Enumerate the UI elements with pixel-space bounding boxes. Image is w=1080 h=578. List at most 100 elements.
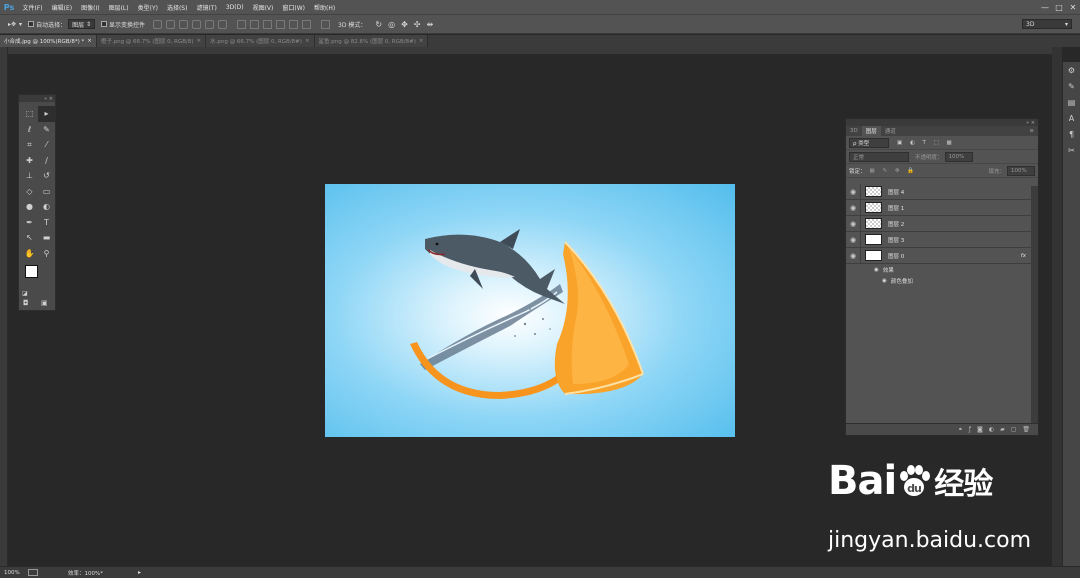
pen-tool-icon[interactable]: ✒ (21, 215, 38, 231)
menu-3d[interactable]: 3D(D) (221, 4, 248, 11)
quick-mask-icon[interactable]: ◘ (23, 299, 29, 307)
show-transform-checkbox[interactable] (101, 21, 108, 27)
scale-3d-icon[interactable]: ⇹ (427, 20, 434, 29)
menu-window[interactable]: 窗口(W) (278, 3, 310, 12)
align-top-icon[interactable] (153, 19, 163, 29)
roll-3d-icon[interactable]: ◎ (388, 20, 395, 29)
tab-layers[interactable]: 图层 (861, 126, 881, 136)
vertical-ruler[interactable] (0, 47, 8, 566)
workspace-switcher[interactable]: 3D ▾ (1022, 19, 1072, 29)
align-vcenter-icon[interactable] (166, 19, 176, 29)
new-group-icon[interactable]: ▰ (1000, 426, 1005, 433)
effects-group[interactable]: ◉ 效果 (846, 264, 1038, 275)
menu-edit[interactable]: 编辑(E) (47, 3, 76, 12)
zoom-level[interactable]: 100% (4, 570, 28, 576)
link-layers-icon[interactable]: ⚭ (958, 426, 963, 433)
layer-effects-icon[interactable]: fx (1021, 253, 1026, 259)
tab-document-2[interactable]: 橙子.png @ 66.7% (图层 0, RGB/8) × (96, 35, 207, 47)
add-layer-style-icon[interactable]: ƒ (969, 426, 971, 433)
screen-mode-icon[interactable]: ▣ (41, 299, 48, 307)
paragraph-icon[interactable]: ¶ (1063, 126, 1080, 142)
layers-scrollbar[interactable] (1031, 186, 1038, 423)
swap-colors-icon[interactable]: ◪ (22, 290, 28, 297)
move-tool-icon[interactable]: ▸ (38, 106, 55, 122)
rotate-3d-icon[interactable]: ↻ (375, 20, 382, 29)
vertical-scrollbar[interactable] (1052, 47, 1062, 566)
close-button[interactable]: ✕ (1066, 0, 1080, 14)
menu-image[interactable]: 图像(I) (77, 3, 104, 12)
distribute-right-icon[interactable] (302, 19, 312, 29)
history-brush-tool-icon[interactable]: ↺ (38, 168, 55, 184)
visibility-eye-icon[interactable]: ◉ (846, 220, 860, 228)
character-icon[interactable]: A (1063, 110, 1080, 126)
hand-tool-icon[interactable]: ✋ (21, 246, 38, 262)
type-tool-icon[interactable]: T (38, 215, 55, 231)
brush-tool-icon[interactable]: ∕ (38, 153, 55, 169)
clone-stamp-tool-icon[interactable]: ⊥ (21, 168, 38, 184)
distribute-hcenter-icon[interactable] (289, 19, 299, 29)
menu-file[interactable]: 文件(F) (18, 3, 47, 12)
close-icon[interactable]: × (87, 38, 92, 44)
rectangle-tool-icon[interactable]: ▬ (38, 230, 55, 246)
layers-panel-header[interactable]: » × (846, 119, 1038, 126)
effect-item[interactable]: ◉ 颜色叠加 (846, 275, 1038, 286)
eraser-tool-icon[interactable]: ◇ (21, 184, 38, 200)
lock-icons[interactable]: ▦ ✎ ✥ 🔒 (870, 168, 918, 174)
blur-tool-icon[interactable]: ● (21, 199, 38, 215)
status-menu-icon[interactable]: ▸ (138, 569, 141, 576)
visibility-eye-icon[interactable]: ◉ (846, 252, 860, 260)
add-mask-icon[interactable]: ◙ (977, 426, 983, 433)
minimize-button[interactable]: — (1038, 0, 1052, 14)
align-right-icon[interactable] (218, 19, 228, 29)
document-canvas[interactable] (325, 184, 735, 437)
layer-row[interactable]: ◉ 图层 3 (846, 231, 1038, 248)
tool-presets-icon[interactable]: ✂ (1063, 142, 1080, 158)
eyedropper-tool-icon[interactable]: ⁄ (38, 137, 55, 153)
marquee-tool-icon[interactable]: ⬚ (21, 106, 38, 122)
foreground-color-swatch[interactable] (25, 265, 38, 278)
adjustment-layer-icon[interactable]: ◐ (989, 426, 994, 433)
filter-icons[interactable]: ▣ ◐ T ⬚ ▦ (897, 140, 955, 146)
menu-type[interactable]: 类型(Y) (133, 3, 162, 12)
maximize-button[interactable]: □ (1052, 0, 1066, 14)
align-left-icon[interactable] (192, 19, 202, 29)
visibility-eye-icon[interactable]: ◉ (874, 267, 879, 273)
history-icon[interactable]: ⚙ (1063, 62, 1080, 78)
align-bottom-icon[interactable] (179, 19, 189, 29)
visibility-eye-icon[interactable]: ◉ (882, 278, 887, 284)
close-icon[interactable]: × (197, 38, 202, 44)
menu-help[interactable]: 帮助(H) (310, 3, 340, 12)
menu-layer[interactable]: 图层(L) (104, 3, 133, 12)
path-select-tool-icon[interactable]: ↖ (21, 230, 38, 246)
menu-filter[interactable]: 滤镜(T) (192, 3, 221, 12)
menu-view[interactable]: 视图(V) (248, 3, 278, 12)
new-layer-icon[interactable]: ▢ (1011, 426, 1017, 433)
fill-field[interactable]: 100% (1007, 165, 1035, 176)
tools-panel-header[interactable]: » × (19, 95, 55, 102)
auto-select-dropdown[interactable]: 图层 ⇕ (68, 19, 96, 29)
auto-align-icon[interactable] (321, 19, 331, 29)
align-hcenter-icon[interactable] (205, 19, 215, 29)
visibility-eye-icon[interactable]: ◉ (846, 204, 860, 212)
tab-channels[interactable]: 通道 (881, 126, 900, 136)
distribute-left-icon[interactable] (276, 19, 286, 29)
horizontal-ruler[interactable] (8, 47, 1052, 55)
delete-layer-icon[interactable]: 🗑 (1022, 426, 1030, 433)
tab-document-4[interactable]: 鲨鱼.png @ 82.6% (图层 0, RGB/8#) × (314, 35, 429, 47)
drag-3d-icon[interactable]: ✥ (401, 20, 408, 29)
dodge-tool-icon[interactable]: ◐ (38, 199, 55, 215)
slide-3d-icon[interactable]: ✣ (414, 20, 421, 29)
tab-document-1[interactable]: 小合成.jpg @ 100%(RGB/8*) * × (0, 35, 97, 47)
layer-filter-dropdown[interactable]: ρ 类型 (849, 137, 889, 148)
healing-brush-tool-icon[interactable]: ✚ (21, 153, 38, 169)
crop-tool-icon[interactable]: ⌗ (21, 137, 38, 153)
opacity-field[interactable]: 100% (944, 151, 973, 162)
document-info-icon[interactable] (28, 569, 38, 576)
layer-row[interactable]: ◉ 图层 4 (846, 183, 1038, 200)
show-transform-option[interactable]: 显示变换控件 (101, 20, 145, 29)
close-icon[interactable]: × (305, 38, 310, 44)
auto-select-option[interactable]: 自动选择： 图层 ⇕ (28, 19, 96, 29)
panel-menu-icon[interactable]: ≡ (1025, 126, 1038, 136)
lasso-tool-icon[interactable]: ℓ (21, 122, 38, 138)
distribute-top-icon[interactable] (237, 19, 247, 29)
